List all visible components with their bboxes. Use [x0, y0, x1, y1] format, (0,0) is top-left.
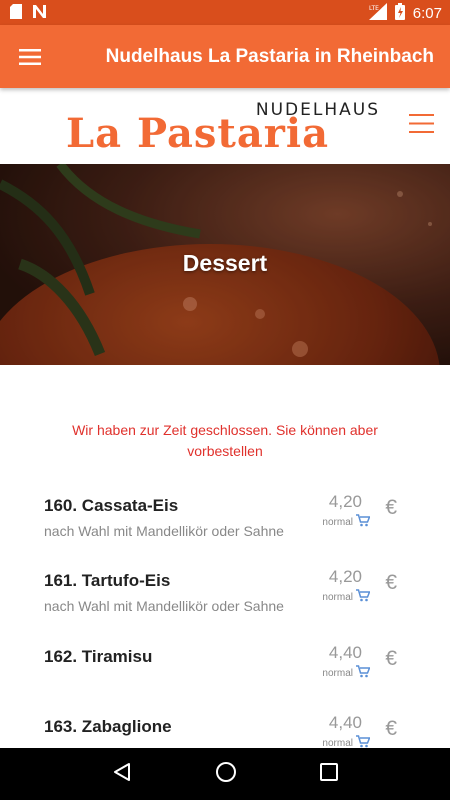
- add-to-cart-button[interactable]: [356, 589, 371, 607]
- menu-item[interactable]: 161. Tartufo-Eis nach Wahl mit Mandellik…: [0, 567, 450, 641]
- item-size: normal: [322, 592, 353, 603]
- item-price: 4,40: [328, 713, 362, 732]
- cart-icon: [356, 589, 371, 602]
- category-hero: Dessert: [0, 164, 450, 365]
- item-size: normal: [322, 668, 353, 679]
- currency-symbol: €: [385, 647, 397, 670]
- cart-icon: [356, 735, 371, 748]
- site-menu-button[interactable]: [409, 114, 434, 138]
- system-nav-bar: [0, 748, 450, 800]
- add-to-cart-button[interactable]: [356, 665, 371, 683]
- item-name: 160. Cassata-Eis: [44, 496, 179, 515]
- cart-icon: [356, 665, 371, 678]
- currency-symbol: €: [385, 571, 397, 594]
- svg-text:LTE: LTE: [369, 5, 379, 12]
- menu-icon: [409, 114, 434, 133]
- closed-notice: Wir haben zur Zeit geschlossen. Sie könn…: [72, 422, 378, 459]
- back-button[interactable]: [112, 762, 132, 787]
- cart-icon: [356, 514, 371, 527]
- menu-item[interactable]: 162. Tiramisu 4,40 normal €: [0, 643, 450, 717]
- add-to-cart-button[interactable]: [356, 514, 371, 532]
- item-name: 162. Tiramisu: [44, 647, 153, 666]
- app-bar: Nudelhaus La Pastaria in Rheinbach: [0, 25, 450, 88]
- item-name: 163. Zabaglione: [44, 717, 172, 736]
- item-price: 4,20: [328, 567, 362, 586]
- drawer-menu-button[interactable]: [0, 25, 60, 88]
- currency-symbol: €: [385, 496, 397, 519]
- currency-symbol: €: [385, 717, 397, 740]
- sd-card-icon: [10, 4, 22, 24]
- menu-item[interactable]: 160. Cassata-Eis nach Wahl mit Mandellik…: [0, 492, 450, 566]
- status-bar: LTE 6:07: [0, 0, 450, 25]
- recents-icon: [320, 762, 339, 781]
- signal-icon: LTE: [368, 3, 387, 24]
- item-description: nach Wahl mit Mandellikör oder Sahne: [44, 598, 284, 614]
- back-icon: [113, 762, 130, 781]
- app-title: Nudelhaus La Pastaria in Rheinbach: [105, 45, 434, 67]
- category-title: Dessert: [182, 250, 268, 276]
- menu-icon: [19, 48, 41, 65]
- item-description: nach Wahl mit Mandellikör oder Sahne: [44, 523, 284, 539]
- home-button[interactable]: [215, 761, 237, 788]
- status-time: 6:07: [412, 5, 442, 22]
- site-header: NUDELHAUS La Pastaria: [0, 88, 450, 164]
- battery-icon: [394, 3, 405, 24]
- item-price: 4,20: [328, 492, 362, 511]
- logo-main-text: La Pastaria: [66, 110, 329, 157]
- home-icon: [215, 761, 236, 782]
- item-price: 4,40: [328, 643, 362, 662]
- n-notification-icon: [32, 4, 47, 24]
- restaurant-logo[interactable]: NUDELHAUS La Pastaria: [66, 96, 386, 158]
- item-name: 161. Tartufo-Eis: [44, 571, 171, 590]
- recents-button[interactable]: [320, 762, 339, 786]
- item-size: normal: [322, 517, 353, 528]
